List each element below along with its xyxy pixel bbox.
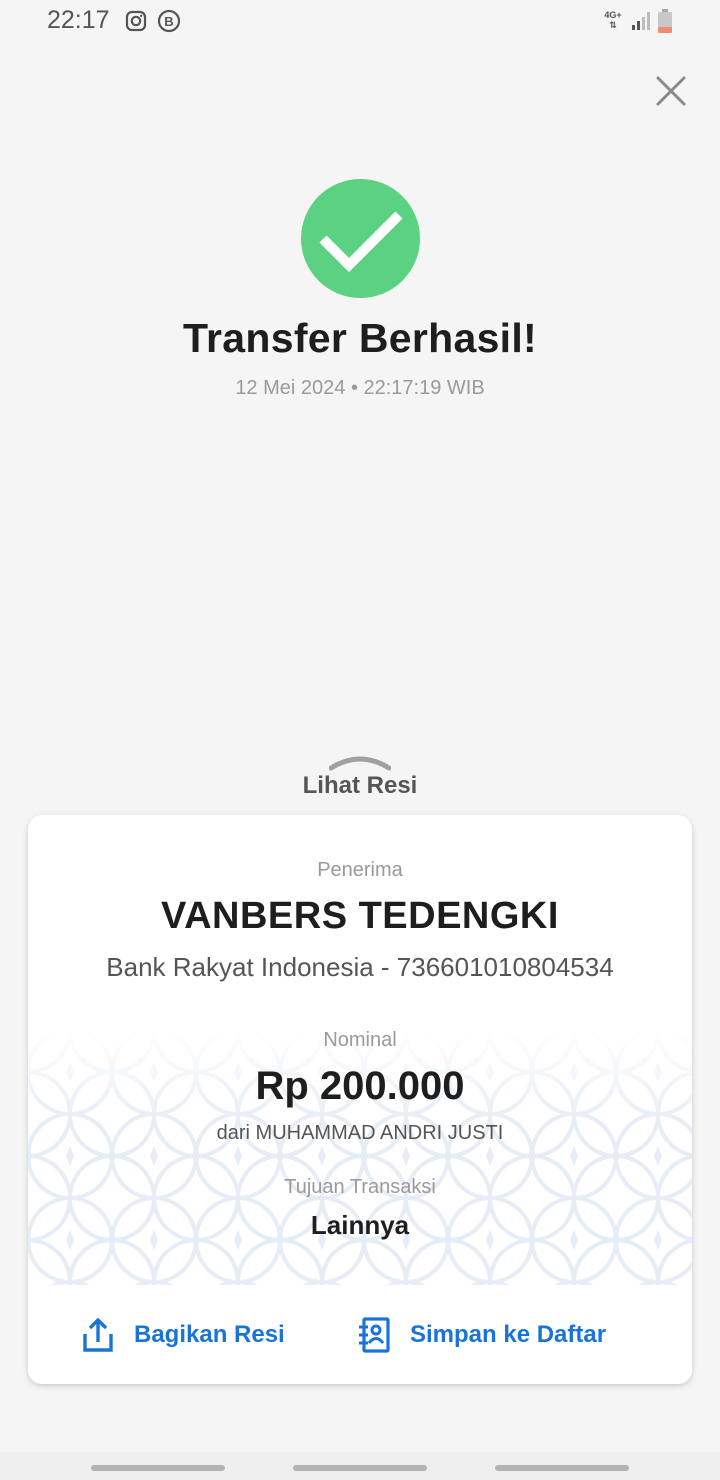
share-icon xyxy=(83,1317,113,1352)
status-bar: 22:17 B 4G+ ⇅ xyxy=(0,0,720,44)
contact-add-icon xyxy=(359,1316,390,1353)
b-app-icon: B xyxy=(157,9,181,33)
battery-icon xyxy=(658,9,672,33)
check-icon xyxy=(319,211,403,273)
transfer-amount: Rp 200.000 xyxy=(255,1064,465,1108)
save-to-list-label: Simpan ke Daftar xyxy=(410,1320,607,1348)
signal-icon xyxy=(632,12,650,30)
svg-text:B: B xyxy=(164,14,173,29)
nav-back-button[interactable] xyxy=(495,1465,629,1471)
nav-home-button[interactable] xyxy=(293,1465,427,1471)
network-indicator: 4G+ ⇅ xyxy=(601,10,625,30)
transaction-datetime: 12 Mei 2024 • 22:17:19 WIB xyxy=(235,377,485,399)
transaction-purpose: Lainnya xyxy=(310,1210,410,1240)
purpose-label: Tujuan Transaksi xyxy=(284,1176,436,1198)
instagram-icon xyxy=(125,10,147,32)
recipient-name: VANBERS TEDENGKI xyxy=(161,895,559,937)
check-circle-icon xyxy=(301,179,420,298)
sender-name: dari MUHAMMAD ANDRI JUSTI xyxy=(216,1122,504,1144)
recipient-bank-account: Bank Rakyat Indonesia - 736601010804534 xyxy=(106,952,614,982)
nav-recents-button[interactable] xyxy=(91,1465,225,1471)
page-title: Transfer Berhasil! xyxy=(182,315,538,361)
recipient-label: Penerima xyxy=(317,859,403,881)
receipt-actions: Bagikan Resi Simpan ke Daftar xyxy=(28,1285,692,1384)
status-time: 22:17 xyxy=(47,6,110,34)
view-receipt-toggle[interactable]: Lihat Resi xyxy=(0,772,720,800)
data-arrows-icon: ⇅ xyxy=(609,20,617,30)
share-receipt-label: Bagikan Resi xyxy=(134,1320,285,1348)
save-to-list-button[interactable]: Simpan ke Daftar xyxy=(356,1285,606,1384)
close-icon[interactable] xyxy=(651,71,691,111)
share-receipt-button[interactable]: Bagikan Resi xyxy=(80,1285,285,1384)
chevron-up-icon[interactable] xyxy=(329,752,391,772)
receipt-card: Penerima VANBERS TEDENGKI Bank Rakyat In… xyxy=(28,815,692,1384)
amount-label: Nominal xyxy=(323,1029,397,1051)
system-nav-bar xyxy=(0,1452,720,1480)
